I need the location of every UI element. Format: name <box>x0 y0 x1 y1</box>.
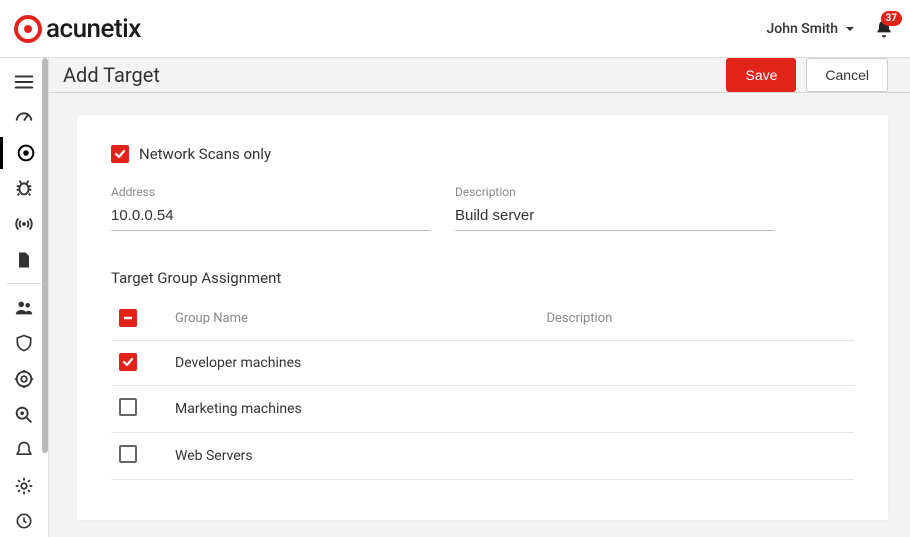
menu-icon <box>13 71 35 93</box>
clock-icon <box>14 511 34 531</box>
bug-icon <box>13 177 35 199</box>
check-icon <box>113 147 127 161</box>
rail-updates[interactable] <box>0 505 49 537</box>
network-only-label: Network Scans only <box>139 145 271 163</box>
page-header: Add Target Save Cancel <box>49 58 910 93</box>
topbar: acunetix John Smith 37 <box>0 0 910 58</box>
column-group-name: Group Name <box>167 297 539 341</box>
address-label: Address <box>111 185 431 199</box>
search-cog-icon <box>13 404 35 426</box>
notifications-badge: 37 <box>881 11 902 26</box>
groups-header-row: Group Name Description <box>111 297 854 341</box>
groups-table: Group Name Description Developer machine… <box>111 297 854 480</box>
people-icon <box>13 297 35 319</box>
row-name: Web Servers <box>167 433 539 480</box>
file-icon <box>14 250 34 270</box>
row-description <box>539 341 855 386</box>
row-description <box>539 386 855 433</box>
address-input[interactable] <box>111 203 431 231</box>
minus-icon <box>122 312 134 324</box>
table-row[interactable]: Marketing machines <box>111 386 854 433</box>
column-description: Description <box>539 297 855 341</box>
row-checkbox[interactable] <box>119 398 137 416</box>
target-icon <box>15 142 37 164</box>
rail-scrollbar[interactable] <box>42 58 48 453</box>
address-field: Address <box>111 185 431 231</box>
table-row[interactable]: Developer machines <box>111 341 854 386</box>
form-card: Network Scans only Address Description T… <box>77 115 888 520</box>
group-section-title: Target Group Assignment <box>111 269 854 287</box>
table-row[interactable]: Web Servers <box>111 433 854 480</box>
row-checkbox[interactable] <box>119 445 137 463</box>
sidebar-rail <box>0 58 49 537</box>
form-row: Address Description <box>111 185 854 231</box>
save-button[interactable]: Save <box>726 58 796 92</box>
gauge-icon <box>13 106 35 128</box>
page-title: Add Target <box>63 63 160 87</box>
description-field: Description <box>455 185 775 231</box>
cog-icon <box>13 475 35 497</box>
caret-down-icon <box>844 23 856 35</box>
notifications-button[interactable]: 37 <box>874 19 894 39</box>
rail-divider <box>7 283 41 284</box>
network-only-row: Network Scans only <box>111 145 854 163</box>
brand-logo: acunetix <box>14 14 141 44</box>
row-description <box>539 433 855 480</box>
engine-icon <box>13 368 35 390</box>
user-menu[interactable]: John Smith <box>767 21 856 37</box>
page-body: Network Scans only Address Description T… <box>49 93 910 537</box>
brand-mark-icon <box>14 15 42 43</box>
bell-outline-icon <box>14 440 34 460</box>
description-input[interactable] <box>455 203 775 231</box>
rail-settings[interactable] <box>0 470 49 502</box>
network-only-checkbox[interactable] <box>111 145 129 163</box>
row-checkbox[interactable] <box>119 353 137 371</box>
topbar-right: John Smith 37 <box>767 19 894 39</box>
description-label: Description <box>455 185 775 199</box>
shield-icon <box>14 333 34 353</box>
groups-select-all-checkbox[interactable] <box>119 309 137 327</box>
cancel-button[interactable]: Cancel <box>806 58 888 92</box>
user-name: John Smith <box>767 21 838 37</box>
header-actions: Save Cancel <box>726 58 888 92</box>
radio-icon <box>13 213 35 235</box>
row-name: Marketing machines <box>167 386 539 433</box>
brand-name: acunetix <box>46 14 141 44</box>
row-name: Developer machines <box>167 341 539 386</box>
content: Add Target Save Cancel Network Scans onl… <box>49 58 910 537</box>
check-icon <box>121 355 135 369</box>
